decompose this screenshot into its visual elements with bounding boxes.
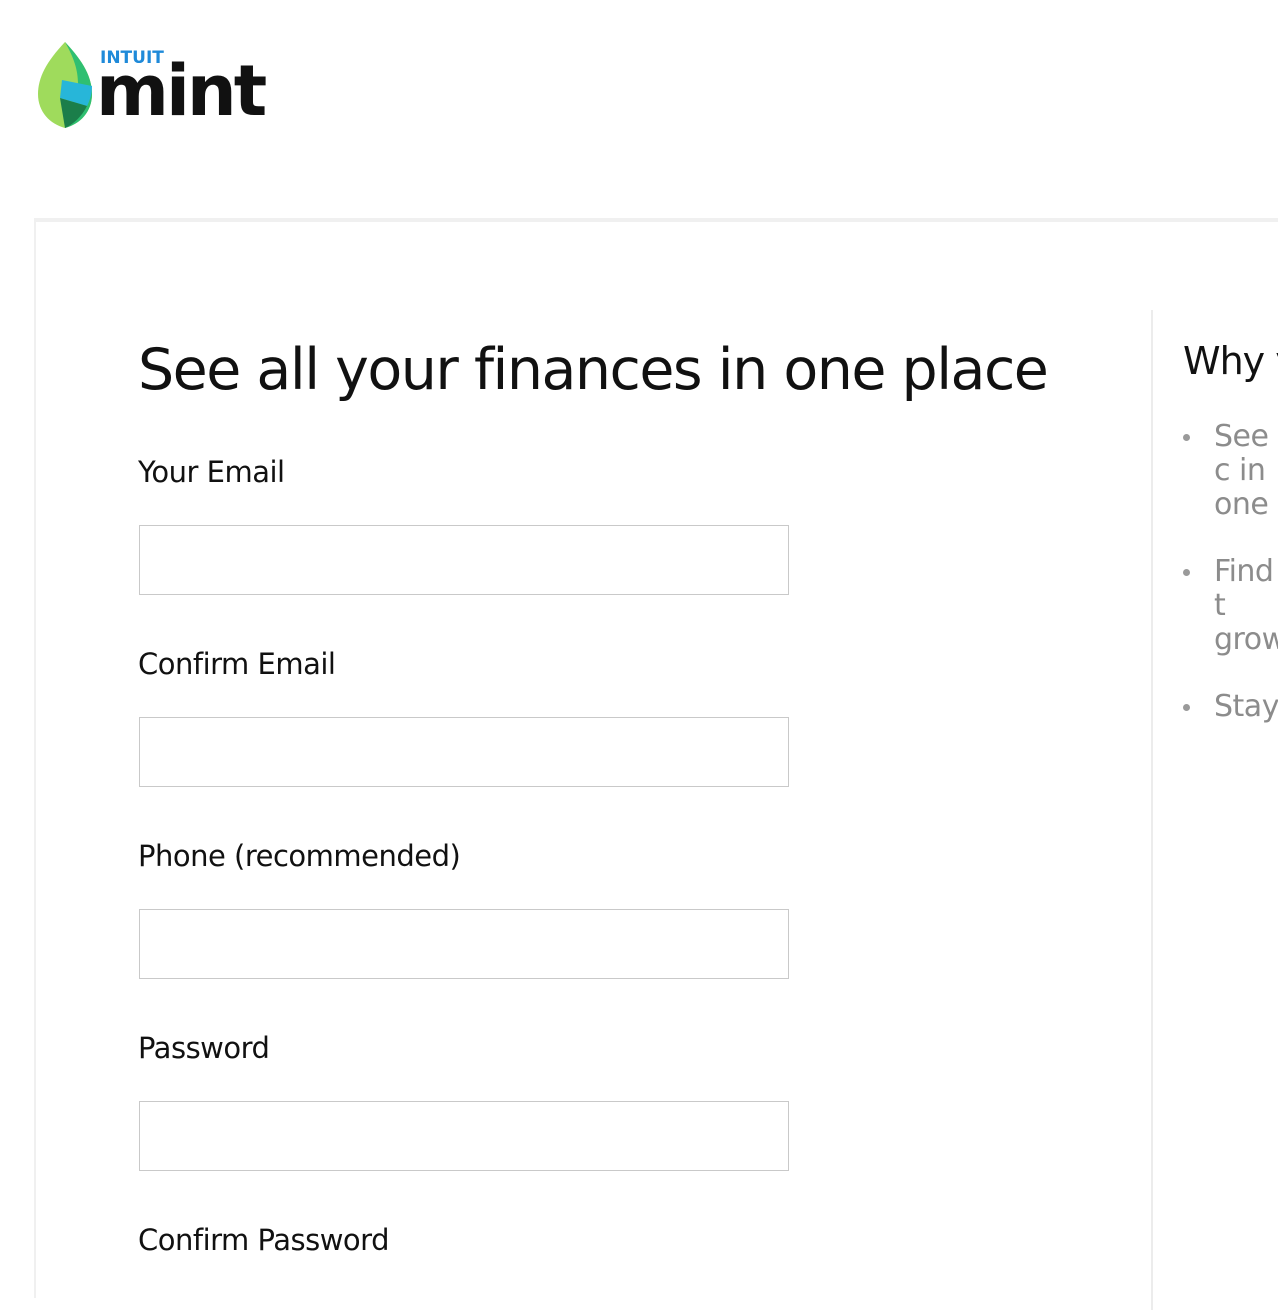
why-title: Why y	[1183, 339, 1278, 383]
list-item: See c in one	[1183, 420, 1278, 522]
bullet-icon	[1183, 434, 1190, 441]
bullet-icon	[1183, 569, 1190, 576]
page-header: INTUIT mint	[0, 0, 1278, 218]
why-item-text: See c in one	[1214, 419, 1269, 522]
why-item-text: Stay .	[1214, 689, 1278, 724]
why-item-text: Find t grow	[1214, 554, 1278, 657]
signup-form: See all your finances in one place Your …	[138, 337, 1049, 1255]
leaf-icon	[38, 42, 92, 128]
page-title: See all your finances in one place	[138, 337, 1049, 403]
list-item: Find t grow	[1183, 555, 1278, 657]
confirm-email-label: Confirm Email	[138, 647, 336, 681]
column-divider	[1151, 310, 1153, 1310]
mint-logo[interactable]: INTUIT mint	[36, 38, 267, 130]
mint-wordmark: mint	[96, 50, 267, 132]
password-label: Password	[138, 1031, 270, 1065]
email-field[interactable]	[139, 525, 789, 595]
password-field[interactable]	[139, 1101, 789, 1171]
why-panel: Why y See c in one Find t grow Stay .	[1183, 339, 1278, 724]
confirm-email-field[interactable]	[139, 717, 789, 787]
bullet-icon	[1183, 704, 1190, 711]
why-list: See c in one Find t grow Stay .	[1183, 420, 1278, 724]
list-item: Stay .	[1183, 690, 1278, 724]
signup-card: See all your finances in one place Your …	[34, 218, 1278, 1310]
phone-label: Phone (recommended)	[138, 839, 461, 873]
phone-field[interactable]	[139, 909, 789, 979]
email-label: Your Email	[138, 455, 285, 489]
confirm-password-label: Confirm Password	[138, 1223, 389, 1257]
